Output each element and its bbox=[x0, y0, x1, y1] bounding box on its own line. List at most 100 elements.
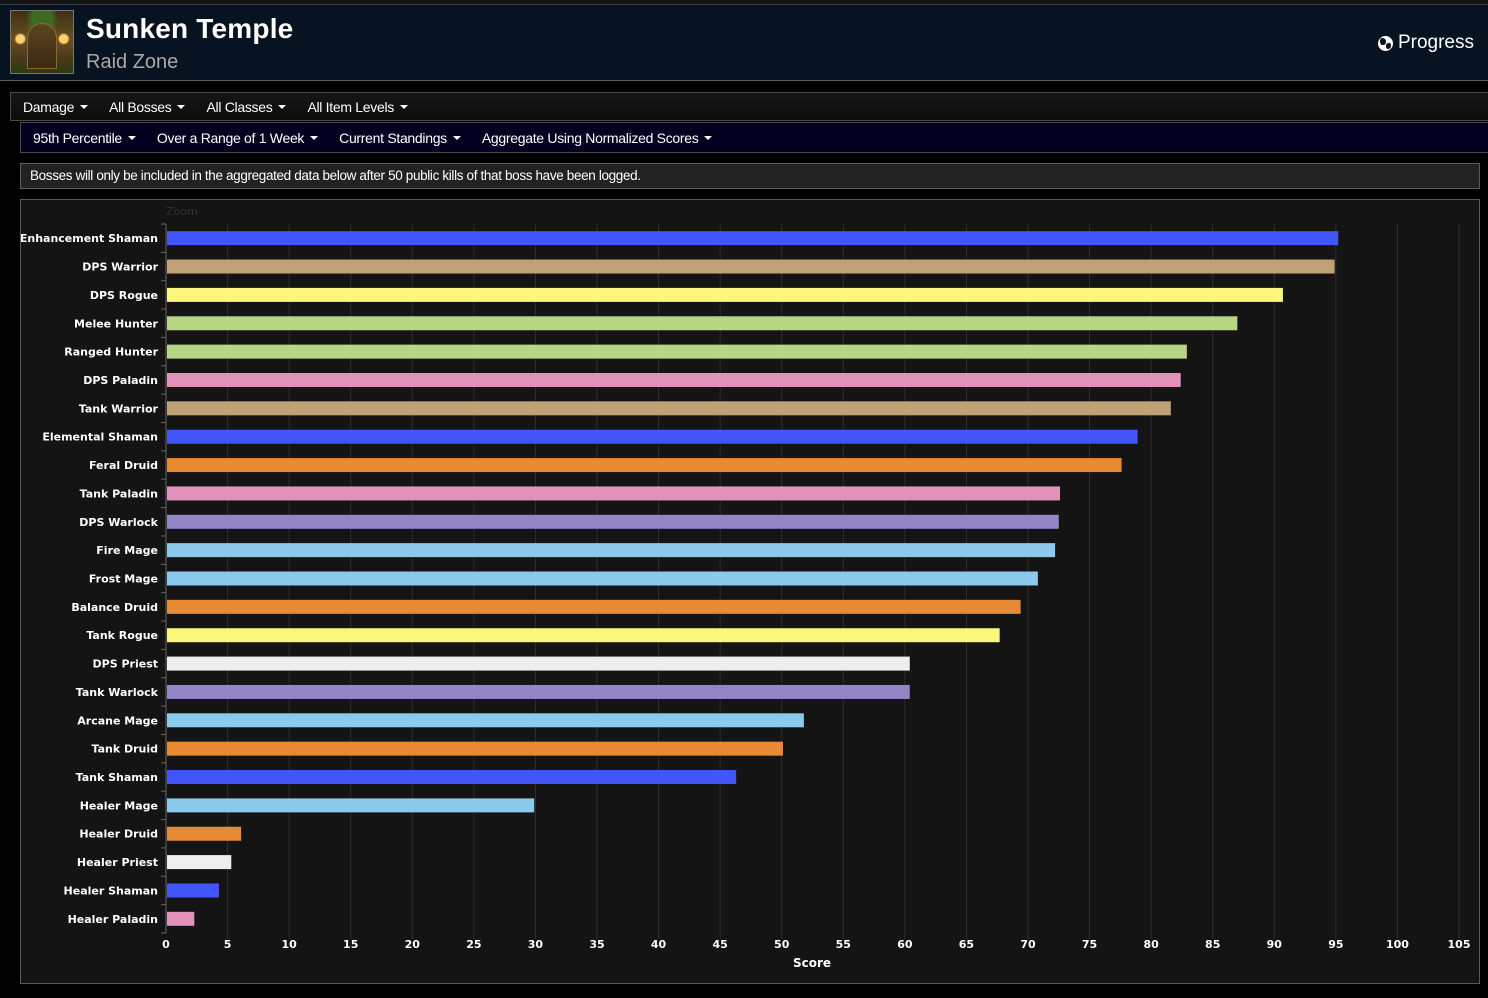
caret-down-icon bbox=[399, 104, 408, 109]
bar[interactable] bbox=[167, 514, 1059, 529]
metric-dropdown-label: Damage bbox=[23, 98, 75, 115]
bar[interactable] bbox=[167, 684, 910, 699]
bar[interactable] bbox=[167, 741, 783, 756]
category-label: DPS Warlock bbox=[79, 516, 158, 529]
item-level-dropdown[interactable]: All Item Levels bbox=[307, 99, 408, 115]
globe-icon bbox=[1377, 35, 1393, 51]
category-label: Tank Druid bbox=[91, 743, 158, 756]
progress-label: Progress bbox=[1397, 32, 1474, 53]
x-tick-label: 80 bbox=[1143, 938, 1159, 951]
bar[interactable] bbox=[167, 798, 535, 813]
bar[interactable] bbox=[167, 429, 1138, 444]
progress-link[interactable]: Progress bbox=[1377, 32, 1474, 54]
bar[interactable] bbox=[167, 372, 1181, 387]
bar[interactable] bbox=[167, 543, 1056, 558]
aggregate-dropdown[interactable]: Aggregate Using Normalized Scores bbox=[482, 130, 713, 146]
bar[interactable] bbox=[167, 628, 1000, 643]
caret-down-icon bbox=[127, 135, 136, 140]
bar[interactable] bbox=[167, 486, 1061, 501]
caret-down-icon bbox=[80, 104, 89, 109]
bar[interactable] bbox=[167, 231, 1339, 246]
bar[interactable] bbox=[167, 826, 242, 841]
aggregation-notice: Bosses will only be included in the aggr… bbox=[20, 163, 1480, 189]
category-label: Tank Shaman bbox=[76, 771, 158, 784]
boss-dropdown[interactable]: All Bosses bbox=[109, 98, 186, 115]
category-label: Healer Mage bbox=[80, 799, 158, 812]
bar[interactable] bbox=[167, 911, 195, 926]
caret-down-icon bbox=[452, 135, 461, 140]
x-tick-label: 100 bbox=[1386, 938, 1409, 951]
bar[interactable] bbox=[167, 855, 232, 870]
x-tick-label: 90 bbox=[1267, 938, 1283, 951]
category-label: Elemental Shaman bbox=[42, 431, 158, 444]
category-label: DPS Warrior bbox=[82, 261, 158, 274]
x-tick-label: 85 bbox=[1205, 938, 1220, 951]
category-label: Arcane Mage bbox=[77, 714, 158, 727]
x-tick-label: 25 bbox=[466, 938, 481, 951]
page-subtitle: Raid Zone bbox=[86, 51, 179, 73]
x-tick-label: 10 bbox=[281, 938, 297, 951]
bar[interactable] bbox=[167, 287, 1283, 302]
metric-dropdown[interactable]: Damage bbox=[23, 98, 89, 115]
x-tick-label: 75 bbox=[1082, 938, 1097, 951]
bar[interactable] bbox=[167, 770, 737, 785]
category-label: Healer Priest bbox=[77, 856, 158, 869]
x-tick-label: 50 bbox=[774, 938, 790, 951]
bar[interactable] bbox=[167, 401, 1171, 416]
bar[interactable] bbox=[167, 458, 1122, 473]
category-label: DPS Priest bbox=[93, 658, 158, 671]
category-label: Melee Hunter bbox=[74, 317, 159, 330]
category-label: Enhancement Shaman bbox=[21, 232, 158, 245]
range-dropdown[interactable]: Over a Range of 1 Week bbox=[157, 130, 319, 146]
bar[interactable] bbox=[167, 599, 1021, 614]
bar[interactable] bbox=[167, 883, 219, 898]
category-label: Healer Paladin bbox=[68, 913, 158, 926]
x-tick-label: 60 bbox=[897, 938, 913, 951]
filter-bar-primary: Damage All Bosses All Classes All Item L… bbox=[10, 92, 1488, 121]
sunken-temple-zone-icon bbox=[10, 10, 74, 74]
x-tick-label: 95 bbox=[1328, 938, 1343, 951]
x-tick-label: 0 bbox=[162, 938, 170, 951]
bar[interactable] bbox=[167, 713, 804, 728]
category-label: Tank Warrior bbox=[79, 402, 159, 415]
bar[interactable] bbox=[167, 316, 1238, 331]
x-axis-title: Score bbox=[793, 956, 831, 970]
x-tick-label: 45 bbox=[712, 938, 727, 951]
category-label: Tank Warlock bbox=[76, 686, 159, 699]
score-bar-chart[interactable]: Zoom Enhancement Shaman DPS Warrior DPS Ro… bbox=[21, 200, 1479, 983]
class-dropdown[interactable]: All Classes bbox=[206, 98, 287, 115]
page-title: Sunken Temple bbox=[86, 13, 294, 44]
category-label: Healer Druid bbox=[79, 828, 158, 841]
chart-container: Zoom Enhancement Shaman DPS Warrior DPS Ro… bbox=[20, 199, 1480, 984]
x-tick-label: 20 bbox=[405, 938, 421, 951]
category-label: Balance Druid bbox=[71, 601, 158, 614]
category-labels: Enhancement Shaman DPS Warrior DPS Rogue Me… bbox=[21, 232, 159, 926]
x-tick-label: 5 bbox=[224, 938, 232, 951]
filter-bar-secondary: 95th Percentile Over a Range of 1 Week C… bbox=[20, 122, 1488, 153]
x-tick-label: 40 bbox=[651, 938, 667, 951]
bar[interactable] bbox=[167, 571, 1038, 586]
zoom-label[interactable]: Zoom bbox=[166, 205, 198, 218]
standings-dropdown-label: Current Standings bbox=[339, 129, 447, 146]
bars bbox=[167, 231, 1339, 926]
category-label: Tank Rogue bbox=[86, 629, 158, 642]
zone-header: Sunken Temple Raid Zone Progress bbox=[0, 5, 1488, 81]
x-tick-label: 70 bbox=[1020, 938, 1036, 951]
percentile-dropdown[interactable]: 95th Percentile bbox=[33, 130, 136, 146]
category-label: Tank Paladin bbox=[80, 487, 158, 500]
category-label: DPS Rogue bbox=[90, 289, 158, 302]
category-label: DPS Paladin bbox=[83, 374, 158, 387]
caret-down-icon bbox=[278, 104, 287, 109]
x-tick-label: 105 bbox=[1448, 938, 1471, 951]
bar[interactable] bbox=[167, 656, 910, 671]
boss-dropdown-label: All Bosses bbox=[109, 98, 172, 115]
caret-down-icon bbox=[177, 104, 186, 109]
category-label: Feral Druid bbox=[89, 459, 158, 472]
x-tick-label: 30 bbox=[528, 938, 544, 951]
percentile-dropdown-label: 95th Percentile bbox=[33, 129, 122, 146]
standings-dropdown[interactable]: Current Standings bbox=[339, 130, 461, 146]
class-dropdown-label: All Classes bbox=[206, 98, 273, 115]
bar[interactable] bbox=[167, 344, 1187, 359]
caret-down-icon bbox=[704, 135, 713, 140]
bar[interactable] bbox=[167, 259, 1335, 274]
